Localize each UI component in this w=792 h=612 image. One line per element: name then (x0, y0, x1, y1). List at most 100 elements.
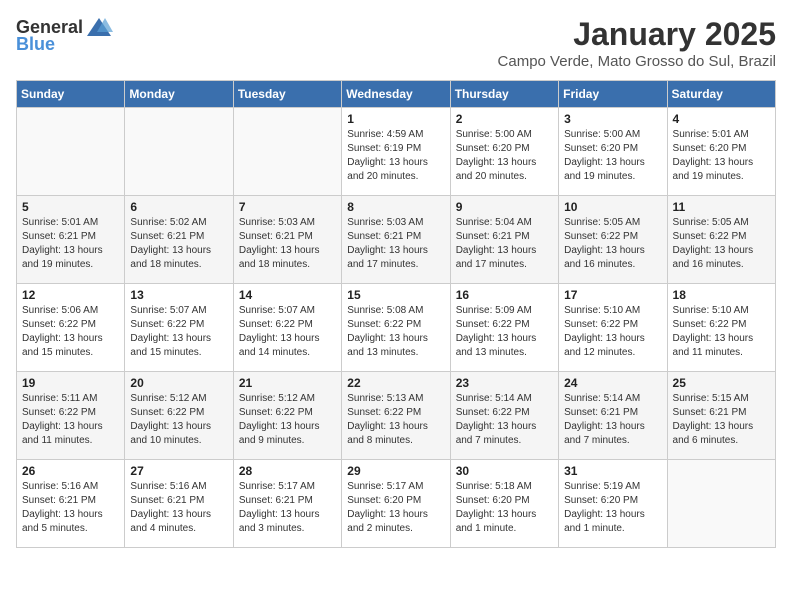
day-number: 29 (347, 464, 444, 478)
calendar-cell: 14 Sunrise: 5:07 AM Sunset: 6:22 PM Dayli… (233, 284, 341, 372)
calendar-cell: 8 Sunrise: 5:03 AM Sunset: 6:21 PM Daylig… (342, 196, 450, 284)
calendar-cell: 5 Sunrise: 5:01 AM Sunset: 6:21 PM Daylig… (17, 196, 125, 284)
day-number: 30 (456, 464, 553, 478)
calendar-cell: 18Sunrise: 5:10 AM Sunset: 6:22 PM Dayli… (667, 284, 775, 372)
day-info: Sunrise: 5:00 AM Sunset: 6:20 PM Dayligh… (456, 128, 553, 184)
calendar-cell: 10 Sunrise: 5:05 AM Sunset: 6:22 PM Dayli… (559, 196, 667, 284)
week-row-2: 12 Sunrise: 5:06 AM Sunset: 6:22 PM Dayli… (17, 284, 776, 372)
day-info: Sunrise: 5:07 AM Sunset: 6:22 PM Dayligh… (130, 304, 227, 360)
day-number: 20 (130, 376, 227, 390)
day-info: Sunrise: 5:04 AM Sunset: 6:21 PM Dayligh… (456, 216, 553, 272)
day-info: Sunrise: 5:05 AM Sunset: 6:22 PM Dayligh… (673, 216, 770, 272)
calendar-cell: 17 Sunrise: 5:10 AM Sunset: 6:22 PM Dayli… (559, 284, 667, 372)
day-number: 18 (673, 288, 770, 302)
week-row-3: 19Sunrise: 5:11 AM Sunset: 6:22 PM Dayli… (17, 372, 776, 460)
calendar-cell: 23 Sunrise: 5:14 AM Sunset: 6:22 PM Dayli… (450, 372, 558, 460)
calendar-cell (233, 108, 341, 196)
header-tuesday: Tuesday (233, 81, 341, 108)
day-info: Sunrise: 5:14 AM Sunset: 6:21 PM Dayligh… (564, 392, 661, 448)
calendar-subtitle: Campo Verde, Mato Grosso do Sul, Brazil (498, 53, 776, 70)
calendar-cell: 11 Sunrise: 5:05 AM Sunset: 6:22 PM Dayli… (667, 196, 775, 284)
header-row: SundayMondayTuesdayWednesdayThursdayFrid… (17, 81, 776, 108)
day-info: Sunrise: 5:14 AM Sunset: 6:22 PM Dayligh… (456, 392, 553, 448)
day-number: 23 (456, 376, 553, 390)
day-info: Sunrise: 5:06 AM Sunset: 6:22 PM Dayligh… (22, 304, 119, 360)
day-info: Sunrise: 5:01 AM Sunset: 6:21 PM Dayligh… (22, 216, 119, 272)
calendar-cell: 27 Sunrise: 5:16 AM Sunset: 6:21 PM Dayli… (125, 460, 233, 548)
day-info: Sunrise: 5:12 AM Sunset: 6:22 PM Dayligh… (239, 392, 336, 448)
day-number: 17 (564, 288, 661, 302)
day-number: 5 (22, 200, 119, 214)
day-info: Sunrise: 5:15 AM Sunset: 6:21 PM Dayligh… (673, 392, 770, 448)
day-number: 27 (130, 464, 227, 478)
calendar-body: 1Sunrise: 4:59 AM Sunset: 6:19 PM Daylig… (17, 108, 776, 548)
header-friday: Friday (559, 81, 667, 108)
day-info: Sunrise: 5:08 AM Sunset: 6:22 PM Dayligh… (347, 304, 444, 360)
day-info: Sunrise: 5:19 AM Sunset: 6:20 PM Dayligh… (564, 480, 661, 536)
week-row-0: 1Sunrise: 4:59 AM Sunset: 6:19 PM Daylig… (17, 108, 776, 196)
day-info: Sunrise: 5:07 AM Sunset: 6:22 PM Dayligh… (239, 304, 336, 360)
calendar-cell (125, 108, 233, 196)
header-thursday: Thursday (450, 81, 558, 108)
calendar-cell: 21 Sunrise: 5:12 AM Sunset: 6:22 PM Dayli… (233, 372, 341, 460)
calendar-cell: 15 Sunrise: 5:08 AM Sunset: 6:22 PM Dayli… (342, 284, 450, 372)
day-info: Sunrise: 5:13 AM Sunset: 6:22 PM Dayligh… (347, 392, 444, 448)
calendar-cell: 30 Sunrise: 5:18 AM Sunset: 6:20 PM Dayli… (450, 460, 558, 548)
logo: General Blue (16, 16, 113, 55)
day-number: 13 (130, 288, 227, 302)
day-info: Sunrise: 5:03 AM Sunset: 6:21 PM Dayligh… (347, 216, 444, 272)
day-number: 26 (22, 464, 119, 478)
day-number: 8 (347, 200, 444, 214)
day-number: 12 (22, 288, 119, 302)
calendar-cell: 9 Sunrise: 5:04 AM Sunset: 6:21 PM Daylig… (450, 196, 558, 284)
calendar-header: SundayMondayTuesdayWednesdayThursdayFrid… (17, 81, 776, 108)
day-number: 11 (673, 200, 770, 214)
day-info: Sunrise: 5:12 AM Sunset: 6:22 PM Dayligh… (130, 392, 227, 448)
day-number: 7 (239, 200, 336, 214)
logo-icon (85, 16, 113, 38)
day-number: 15 (347, 288, 444, 302)
calendar-cell: 28 Sunrise: 5:17 AM Sunset: 6:21 PM Dayli… (233, 460, 341, 548)
day-number: 22 (347, 376, 444, 390)
day-number: 25 (673, 376, 770, 390)
day-info: Sunrise: 5:18 AM Sunset: 6:20 PM Dayligh… (456, 480, 553, 536)
calendar-cell: 31Sunrise: 5:19 AM Sunset: 6:20 PM Dayli… (559, 460, 667, 548)
calendar-cell: 16 Sunrise: 5:09 AM Sunset: 6:22 PM Dayli… (450, 284, 558, 372)
week-row-1: 5 Sunrise: 5:01 AM Sunset: 6:21 PM Daylig… (17, 196, 776, 284)
day-info: Sunrise: 5:05 AM Sunset: 6:22 PM Dayligh… (564, 216, 661, 272)
day-info: Sunrise: 5:17 AM Sunset: 6:21 PM Dayligh… (239, 480, 336, 536)
calendar-cell: 29 Sunrise: 5:17 AM Sunset: 6:20 PM Dayli… (342, 460, 450, 548)
day-number: 1 (347, 112, 444, 126)
calendar-cell: 3Sunrise: 5:00 AM Sunset: 6:20 PM Daylig… (559, 108, 667, 196)
day-info: Sunrise: 5:17 AM Sunset: 6:20 PM Dayligh… (347, 480, 444, 536)
day-number: 6 (130, 200, 227, 214)
calendar-cell: 2 Sunrise: 5:00 AM Sunset: 6:20 PM Daylig… (450, 108, 558, 196)
calendar-cell (17, 108, 125, 196)
calendar-cell: 4 Sunrise: 5:01 AM Sunset: 6:20 PM Daylig… (667, 108, 775, 196)
day-number: 16 (456, 288, 553, 302)
day-info: Sunrise: 5:09 AM Sunset: 6:22 PM Dayligh… (456, 304, 553, 360)
calendar-cell: 7 Sunrise: 5:03 AM Sunset: 6:21 PM Daylig… (233, 196, 341, 284)
calendar-cell: 19Sunrise: 5:11 AM Sunset: 6:22 PM Dayli… (17, 372, 125, 460)
week-row-4: 26 Sunrise: 5:16 AM Sunset: 6:21 PM Dayli… (17, 460, 776, 548)
day-info: Sunrise: 5:02 AM Sunset: 6:21 PM Dayligh… (130, 216, 227, 272)
day-number: 28 (239, 464, 336, 478)
day-info: Sunrise: 5:03 AM Sunset: 6:21 PM Dayligh… (239, 216, 336, 272)
day-number: 4 (673, 112, 770, 126)
day-info: Sunrise: 5:00 AM Sunset: 6:20 PM Dayligh… (564, 128, 661, 184)
title-block: January 2025 Campo Verde, Mato Grosso do… (498, 16, 776, 70)
day-number: 10 (564, 200, 661, 214)
calendar-cell: 20 Sunrise: 5:12 AM Sunset: 6:22 PM Dayli… (125, 372, 233, 460)
day-number: 21 (239, 376, 336, 390)
logo-blue: Blue (16, 34, 55, 55)
day-info: Sunrise: 5:16 AM Sunset: 6:21 PM Dayligh… (130, 480, 227, 536)
day-number: 14 (239, 288, 336, 302)
calendar-title: January 2025 (498, 16, 776, 53)
calendar-cell: 24Sunrise: 5:14 AM Sunset: 6:21 PM Dayli… (559, 372, 667, 460)
calendar-cell: 12 Sunrise: 5:06 AM Sunset: 6:22 PM Dayli… (17, 284, 125, 372)
day-info: Sunrise: 5:01 AM Sunset: 6:20 PM Dayligh… (673, 128, 770, 184)
day-number: 9 (456, 200, 553, 214)
day-info: Sunrise: 5:10 AM Sunset: 6:22 PM Dayligh… (564, 304, 661, 360)
day-info: Sunrise: 5:11 AM Sunset: 6:22 PM Dayligh… (22, 392, 119, 448)
day-number: 2 (456, 112, 553, 126)
